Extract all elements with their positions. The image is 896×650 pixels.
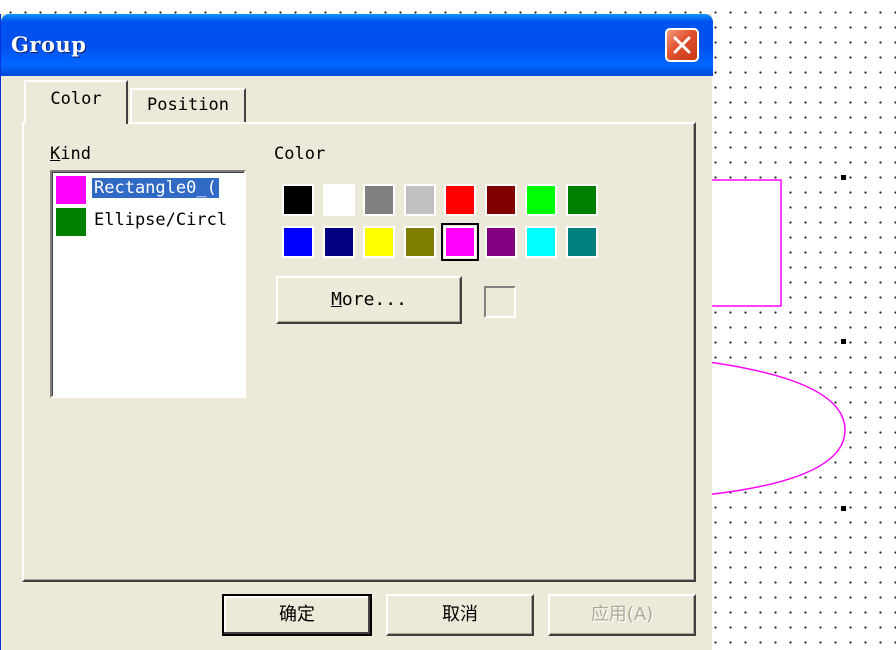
color-swatch[interactable]	[525, 226, 557, 258]
color-swatch[interactable]	[282, 226, 314, 258]
apply-button[interactable]: 应用(A)	[548, 594, 696, 636]
tab-position-label: Position	[147, 95, 229, 115]
dialog-title: Group	[11, 32, 87, 57]
selection-handle[interactable]	[841, 506, 846, 511]
list-item-label: Rectangle0_(	[91, 177, 220, 199]
color-swatch[interactable]	[441, 223, 479, 261]
cancel-button[interactable]: 取消	[386, 594, 534, 636]
kind-listbox[interactable]: Rectangle0_( Ellipse/Circl	[50, 170, 246, 398]
list-item[interactable]: Rectangle0_(	[56, 174, 244, 204]
color-swatch[interactable]	[323, 226, 355, 258]
color-swatch[interactable]	[525, 184, 557, 216]
title-bar[interactable]: Group	[1, 14, 713, 76]
kind-label-rest: ind	[60, 144, 91, 164]
selection-handle[interactable]	[841, 175, 846, 180]
list-item[interactable]: Ellipse/Circl	[56, 206, 244, 236]
more-colors-button[interactable]: More...	[276, 276, 462, 324]
close-icon	[673, 36, 691, 54]
close-button[interactable]	[665, 28, 699, 62]
color-swatch[interactable]	[485, 184, 517, 216]
color-swatch[interactable]	[404, 184, 436, 216]
selection-handle[interactable]	[841, 339, 846, 344]
color-swatch[interactable]	[363, 184, 395, 216]
color-swatch[interactable]	[444, 184, 476, 216]
kind-label: Kind	[50, 144, 91, 164]
color-swatch[interactable]	[282, 184, 314, 216]
color-swatch	[56, 208, 86, 236]
custom-color-preview	[484, 286, 516, 318]
kind-label-accel: K	[50, 144, 61, 164]
color-swatch[interactable]	[363, 226, 395, 258]
tab-color[interactable]: Color	[24, 80, 128, 124]
color-swatch	[56, 176, 86, 204]
list-item-label: Ellipse/Circl	[94, 210, 228, 230]
color-swatch[interactable]	[566, 184, 598, 216]
tab-color-label: Color	[50, 89, 102, 109]
ok-button[interactable]: 确定	[222, 594, 372, 636]
more-rest: ore...	[341, 289, 407, 310]
color-swatch[interactable]	[566, 226, 598, 258]
color-swatch[interactable]	[404, 226, 436, 258]
tab-position[interactable]: Position	[130, 88, 246, 124]
color-swatch[interactable]	[323, 184, 355, 216]
color-label: Color	[274, 144, 326, 164]
color-swatch[interactable]	[485, 226, 517, 258]
more-accel: M	[331, 289, 342, 310]
